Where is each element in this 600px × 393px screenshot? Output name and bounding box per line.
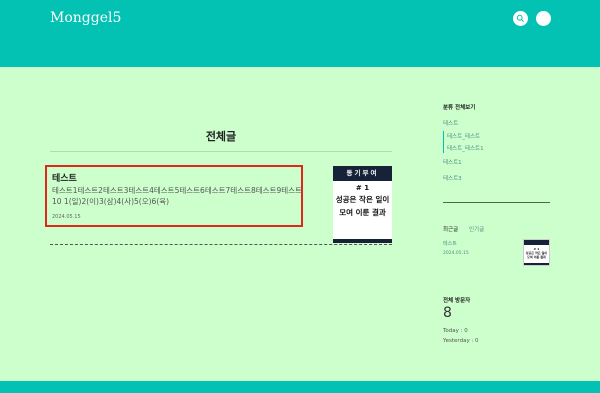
thumbnail-bottom-bar — [333, 239, 392, 243]
tab-popular[interactable]: 인기글 — [469, 225, 484, 233]
post-thumbnail[interactable]: 동기부여 # 1 성공은 작은 일이 모여 이룬 결과 — [333, 166, 392, 243]
category-item[interactable]: 테스트 — [443, 119, 458, 127]
post-list-divider — [50, 244, 392, 245]
post-item[interactable]: 테스트 테스트1테스트2테스트3테스트4테스트5테스트6테스트7테스트8테스트9… — [45, 165, 303, 227]
mini-thumb-text: # 1 성공은 작은 일이 모여 이룬 결과 — [524, 247, 549, 259]
search-icon — [516, 14, 524, 22]
visitor-today: Today : 0 — [443, 328, 468, 334]
visitor-yesterday: Yesterday : 0 — [443, 338, 479, 344]
menu-button[interactable] — [536, 11, 551, 26]
category-heading[interactable]: 분류 전체보기 — [443, 103, 475, 111]
mini-thumb-banner — [524, 240, 549, 245]
thumbnail-line-2: 모여 이룬 결과 — [339, 208, 386, 217]
thumbnail-banner: 동기부여 — [333, 166, 392, 181]
blog-logo[interactable]: Monggel5 — [50, 10, 121, 26]
thumbnail-number: # 1 — [355, 184, 370, 192]
post-date: 2024.05.15 — [52, 214, 81, 220]
recent-post-title[interactable]: 테스트 — [443, 240, 457, 247]
subcategory-item[interactable]: 테스트_테스트 — [447, 132, 480, 140]
visitor-heading: 전체 방문자 — [443, 298, 471, 304]
sidebar-divider — [443, 202, 550, 203]
visitor-total: 8 — [443, 305, 452, 321]
category-item[interactable]: 테스트3 — [443, 174, 462, 182]
mini-thumb-bottom-bar — [524, 263, 549, 265]
category-item[interactable]: 테스트1 — [443, 158, 462, 166]
page-title: 전체글 — [205, 130, 237, 143]
subcategory-item[interactable]: 테스트_테스트1 — [447, 144, 484, 152]
title-divider — [50, 151, 392, 152]
search-button[interactable] — [513, 11, 528, 26]
post-title[interactable]: 테스트 — [52, 171, 77, 184]
post-excerpt: 테스트1테스트2테스트3테스트4테스트5테스트6테스트7테스트8테스트9테스트1… — [52, 186, 302, 206]
thumbnail-line-1: 성공은 작은 일이 — [335, 195, 390, 204]
recent-post-date: 2024.05.15 — [443, 251, 469, 256]
recent-post-thumbnail[interactable]: # 1 성공은 작은 일이 모여 이룬 결과 — [523, 239, 550, 266]
tab-recent[interactable]: 최근글 — [443, 225, 458, 233]
subcategory-indicator — [443, 131, 444, 153]
header: Monggel5 — [0, 0, 600, 67]
mini-thumb-line-2: 모여 이룬 결과 — [527, 255, 546, 259]
footer-bar — [0, 381, 600, 393]
